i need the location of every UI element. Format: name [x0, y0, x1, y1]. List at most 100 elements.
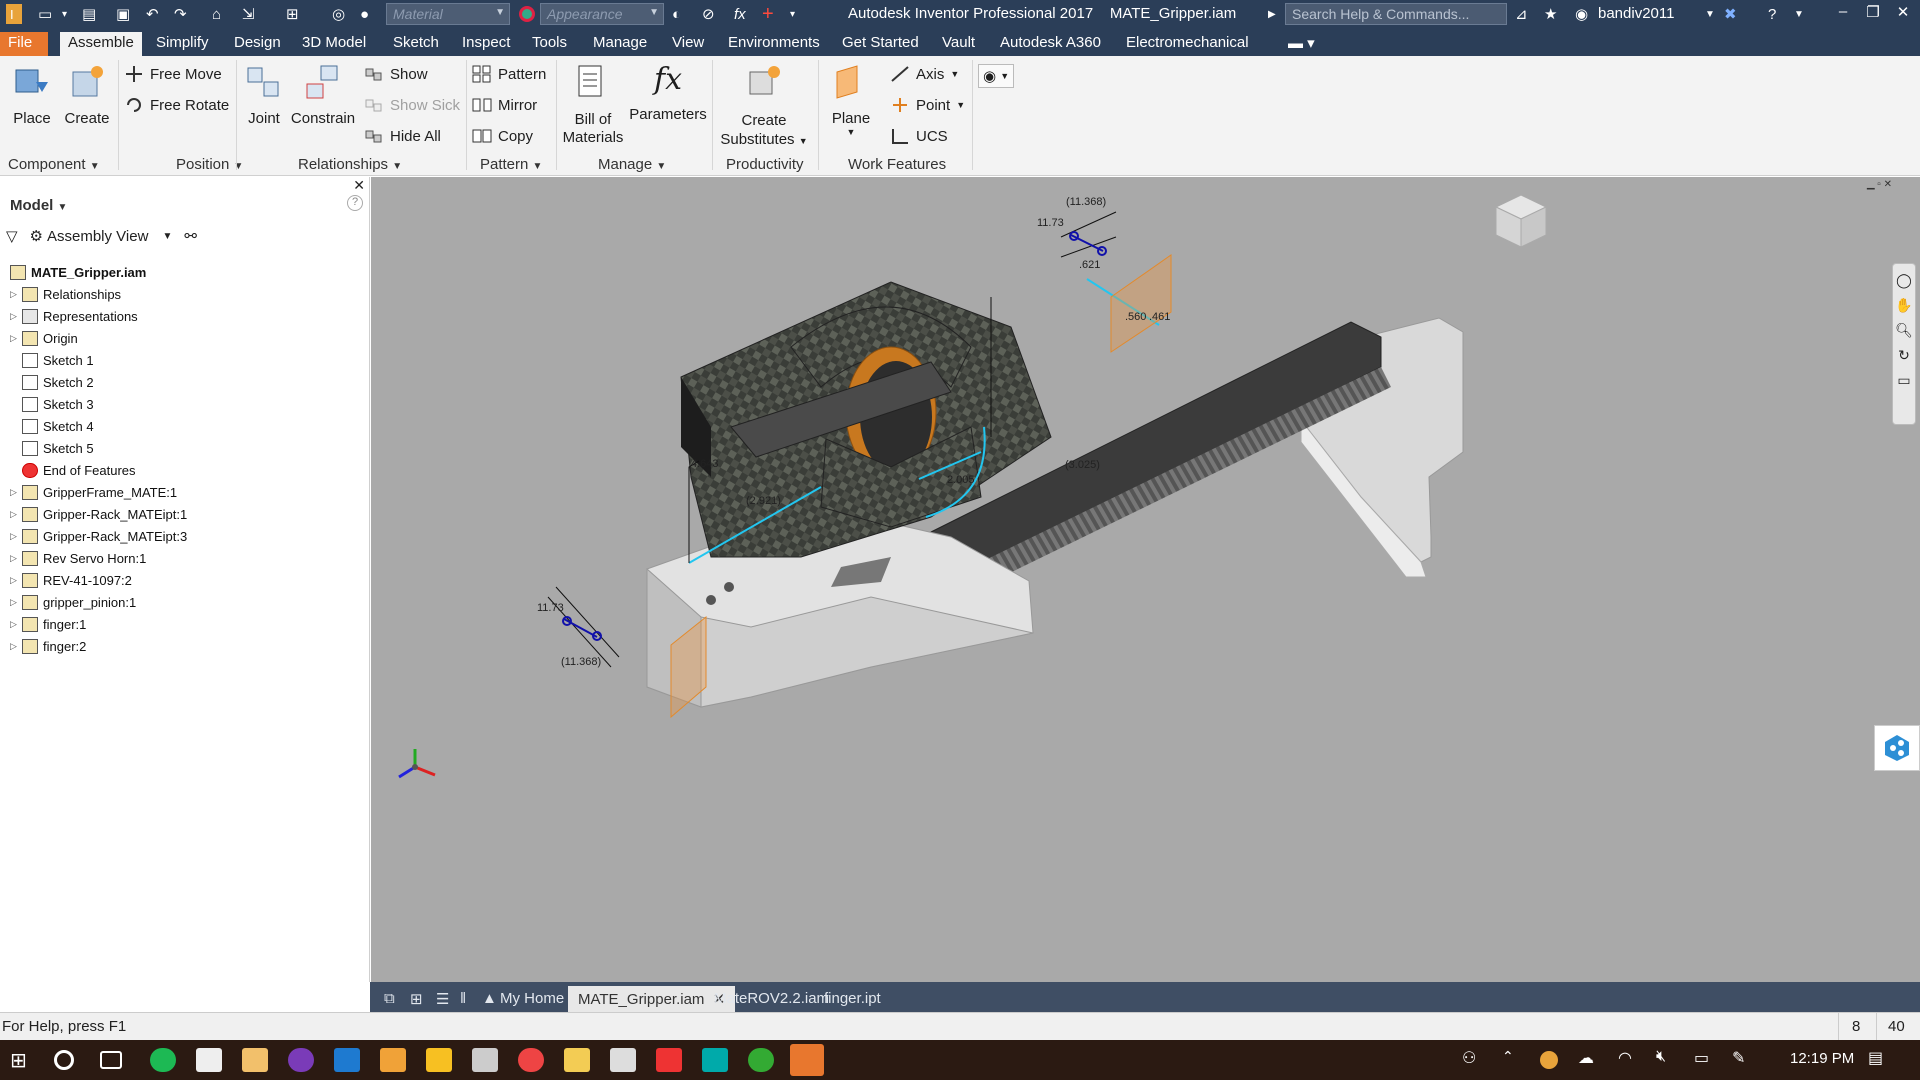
close-browser-icon[interactable]: ✕ [353, 177, 365, 194]
plus-icon[interactable]: + [762, 3, 774, 25]
tree-item[interactable]: Sketch 5 [10, 437, 94, 459]
green-app-icon[interactable] [748, 1048, 774, 1072]
store-icon[interactable] [196, 1048, 222, 1072]
vlc-icon[interactable] [426, 1048, 452, 1072]
doc-tab-home[interactable]: My Home [490, 986, 574, 1012]
model-browser-title[interactable]: Model ▼ [10, 197, 67, 214]
dim-label[interactable]: 11.73 [537, 602, 564, 614]
share-button[interactable] [1874, 725, 1920, 771]
expand-toggle-icon[interactable]: ▷ [10, 289, 22, 300]
manage-panel-label[interactable]: Manage ▼ [598, 156, 666, 173]
binoculars-icon[interactable]: ⚯ [184, 227, 197, 245]
viewport-minimize-icon[interactable]: ▁ ▫ ✕ [1867, 179, 1892, 190]
position-panel-label[interactable]: Position ▼ [176, 156, 243, 173]
edge-icon[interactable] [334, 1048, 360, 1072]
tree-item[interactable]: Sketch 2 [10, 371, 94, 393]
inventor-active-icon[interactable] [790, 1044, 824, 1076]
tree-root[interactable]: MATE_Gripper.iam [10, 261, 146, 283]
tab-inspect[interactable]: Inspect [454, 32, 518, 56]
dim-label[interactable]: 4.643 [691, 458, 719, 470]
constrain-button[interactable]: Constrain [290, 62, 356, 127]
onedrive-icon[interactable]: ☁ [1578, 1048, 1604, 1072]
tab-environments[interactable]: Environments [720, 32, 828, 56]
dim-label[interactable]: .621 [1079, 259, 1100, 271]
tree-item[interactable]: ▷ REV-41-1097:2 [10, 569, 132, 591]
minimize-button[interactable]: – [1828, 3, 1858, 25]
tree-item[interactable]: Sketch 4 [10, 415, 94, 437]
help-dropdown-icon[interactable]: ▼ [1794, 4, 1804, 24]
tab-tools[interactable]: Tools [524, 32, 575, 56]
tab-autodesk-a360[interactable]: Autodesk A360 [992, 32, 1109, 56]
dim-label[interactable]: (11.368) [561, 656, 601, 668]
component-panel-label[interactable]: Component ▼ [8, 156, 100, 173]
tree-item[interactable]: ▷ gripper_pinion:1 [10, 591, 136, 613]
dim-label[interactable]: 2.005 [947, 474, 975, 486]
steering-wheel-icon[interactable]: ◯ [1893, 272, 1915, 289]
tray-app-icon[interactable] [1540, 1051, 1558, 1069]
dim-label[interactable]: 11.73 [1037, 217, 1064, 229]
appearance-dropdown[interactable]: Appearance ▼ [540, 3, 664, 25]
measure-icon[interactable]: ◎ [332, 4, 345, 24]
expand-toggle-icon[interactable]: ▷ [10, 575, 22, 586]
dim-label[interactable]: (2.921) [746, 495, 781, 507]
tab-sketch[interactable]: Sketch [385, 32, 447, 56]
expand-toggle-icon[interactable]: ▷ [10, 597, 22, 608]
binoculars-icon[interactable]: ⊿ [1515, 4, 1528, 24]
view-cube[interactable] [1494, 194, 1548, 248]
work-plane-right[interactable] [1110, 254, 1172, 353]
bill-of-materials-button[interactable]: Bill of Materials [560, 62, 626, 147]
volume-muted-icon[interactable]: 🔇︎ [1656, 1048, 1682, 1072]
app-purple-icon[interactable] [288, 1048, 314, 1072]
tray-chevron-icon[interactable]: ⌃ [1502, 1048, 1528, 1072]
place-button[interactable]: Place [8, 62, 56, 127]
joint-button[interactable]: Joint [242, 62, 286, 127]
relationships-panel-label[interactable]: Relationships ▼ [298, 156, 402, 173]
expand-toggle-icon[interactable]: ▷ [10, 641, 22, 652]
color-icon[interactable]: ● [360, 4, 369, 24]
tree-item[interactable]: End of Features [10, 459, 136, 481]
fusion-icon[interactable] [242, 1048, 268, 1072]
zoom-icon[interactable]: 🔍︎ [1893, 322, 1915, 339]
help-icon[interactable]: ? [1768, 4, 1776, 24]
battery-icon[interactable]: ▭ [1694, 1048, 1720, 1072]
tree-item[interactable]: ▷ Rev Servo Horn:1 [10, 547, 146, 569]
show-sick-button[interactable]: Show Sick [364, 96, 460, 114]
save-icon[interactable]: ▣ [116, 4, 130, 24]
tab-design[interactable]: Design [226, 32, 289, 56]
assembly-view-label[interactable]: Assembly View [47, 228, 148, 245]
pan-icon[interactable]: ✋ [1893, 297, 1915, 314]
adjust-icon[interactable]: ◐ [672, 4, 681, 24]
user-name[interactable]: bandiv2011 [1598, 5, 1674, 22]
cortana-icon[interactable] [54, 1050, 74, 1070]
filter-icon[interactable]: ▽ [6, 227, 18, 245]
chevron-down-icon[interactable]: ▼ [162, 231, 172, 242]
ribbon-display-toggle[interactable]: ▬ ▾ [1280, 32, 1323, 56]
customize-dropdown-icon[interactable]: ▾ [790, 4, 795, 24]
create-substitutes-button[interactable]: Create Substitutes ▼ [718, 62, 810, 151]
tab-view[interactable]: View [664, 32, 712, 56]
filter-selection-button[interactable]: ◉ ▼ [978, 64, 1015, 88]
tree-item[interactable]: ▷ finger:1 [10, 613, 86, 635]
expand-toggle-icon[interactable]: ▷ [10, 487, 22, 498]
spotify-icon[interactable] [150, 1048, 176, 1072]
file-explorer-icon[interactable] [564, 1048, 590, 1072]
plane-button[interactable]: Plane ▼ [824, 62, 878, 137]
redo-icon[interactable]: ↷ [174, 4, 187, 24]
material-dropdown[interactable]: Material ▼ [386, 3, 510, 25]
expand-toggle-icon[interactable]: ▷ [10, 553, 22, 564]
ucs-button[interactable]: UCS [890, 127, 948, 145]
tree-item[interactable]: ▷ finger:2 [10, 635, 86, 657]
pattern-panel-label[interactable]: Pattern ▼ [480, 156, 542, 173]
tree-item[interactable]: Sketch 1 [10, 349, 94, 371]
chrome-icon[interactable] [518, 1048, 544, 1072]
inventor-taskbar-icon[interactable] [380, 1048, 406, 1072]
restore-button[interactable]: ❐ [1858, 3, 1888, 25]
user-icon[interactable]: ◉ [1575, 4, 1588, 24]
people-icon[interactable]: ⚇ [1462, 1048, 1488, 1072]
expand-toggle-icon[interactable]: ▷ [10, 619, 22, 630]
dim-label[interactable]: .461 [1149, 311, 1170, 323]
copy-button[interactable]: Copy [472, 127, 533, 145]
undo-icon[interactable]: ↶ [146, 4, 159, 24]
dim-label[interactable]: (11.368) [1066, 196, 1106, 208]
star-icon[interactable]: ★ [1544, 4, 1557, 24]
